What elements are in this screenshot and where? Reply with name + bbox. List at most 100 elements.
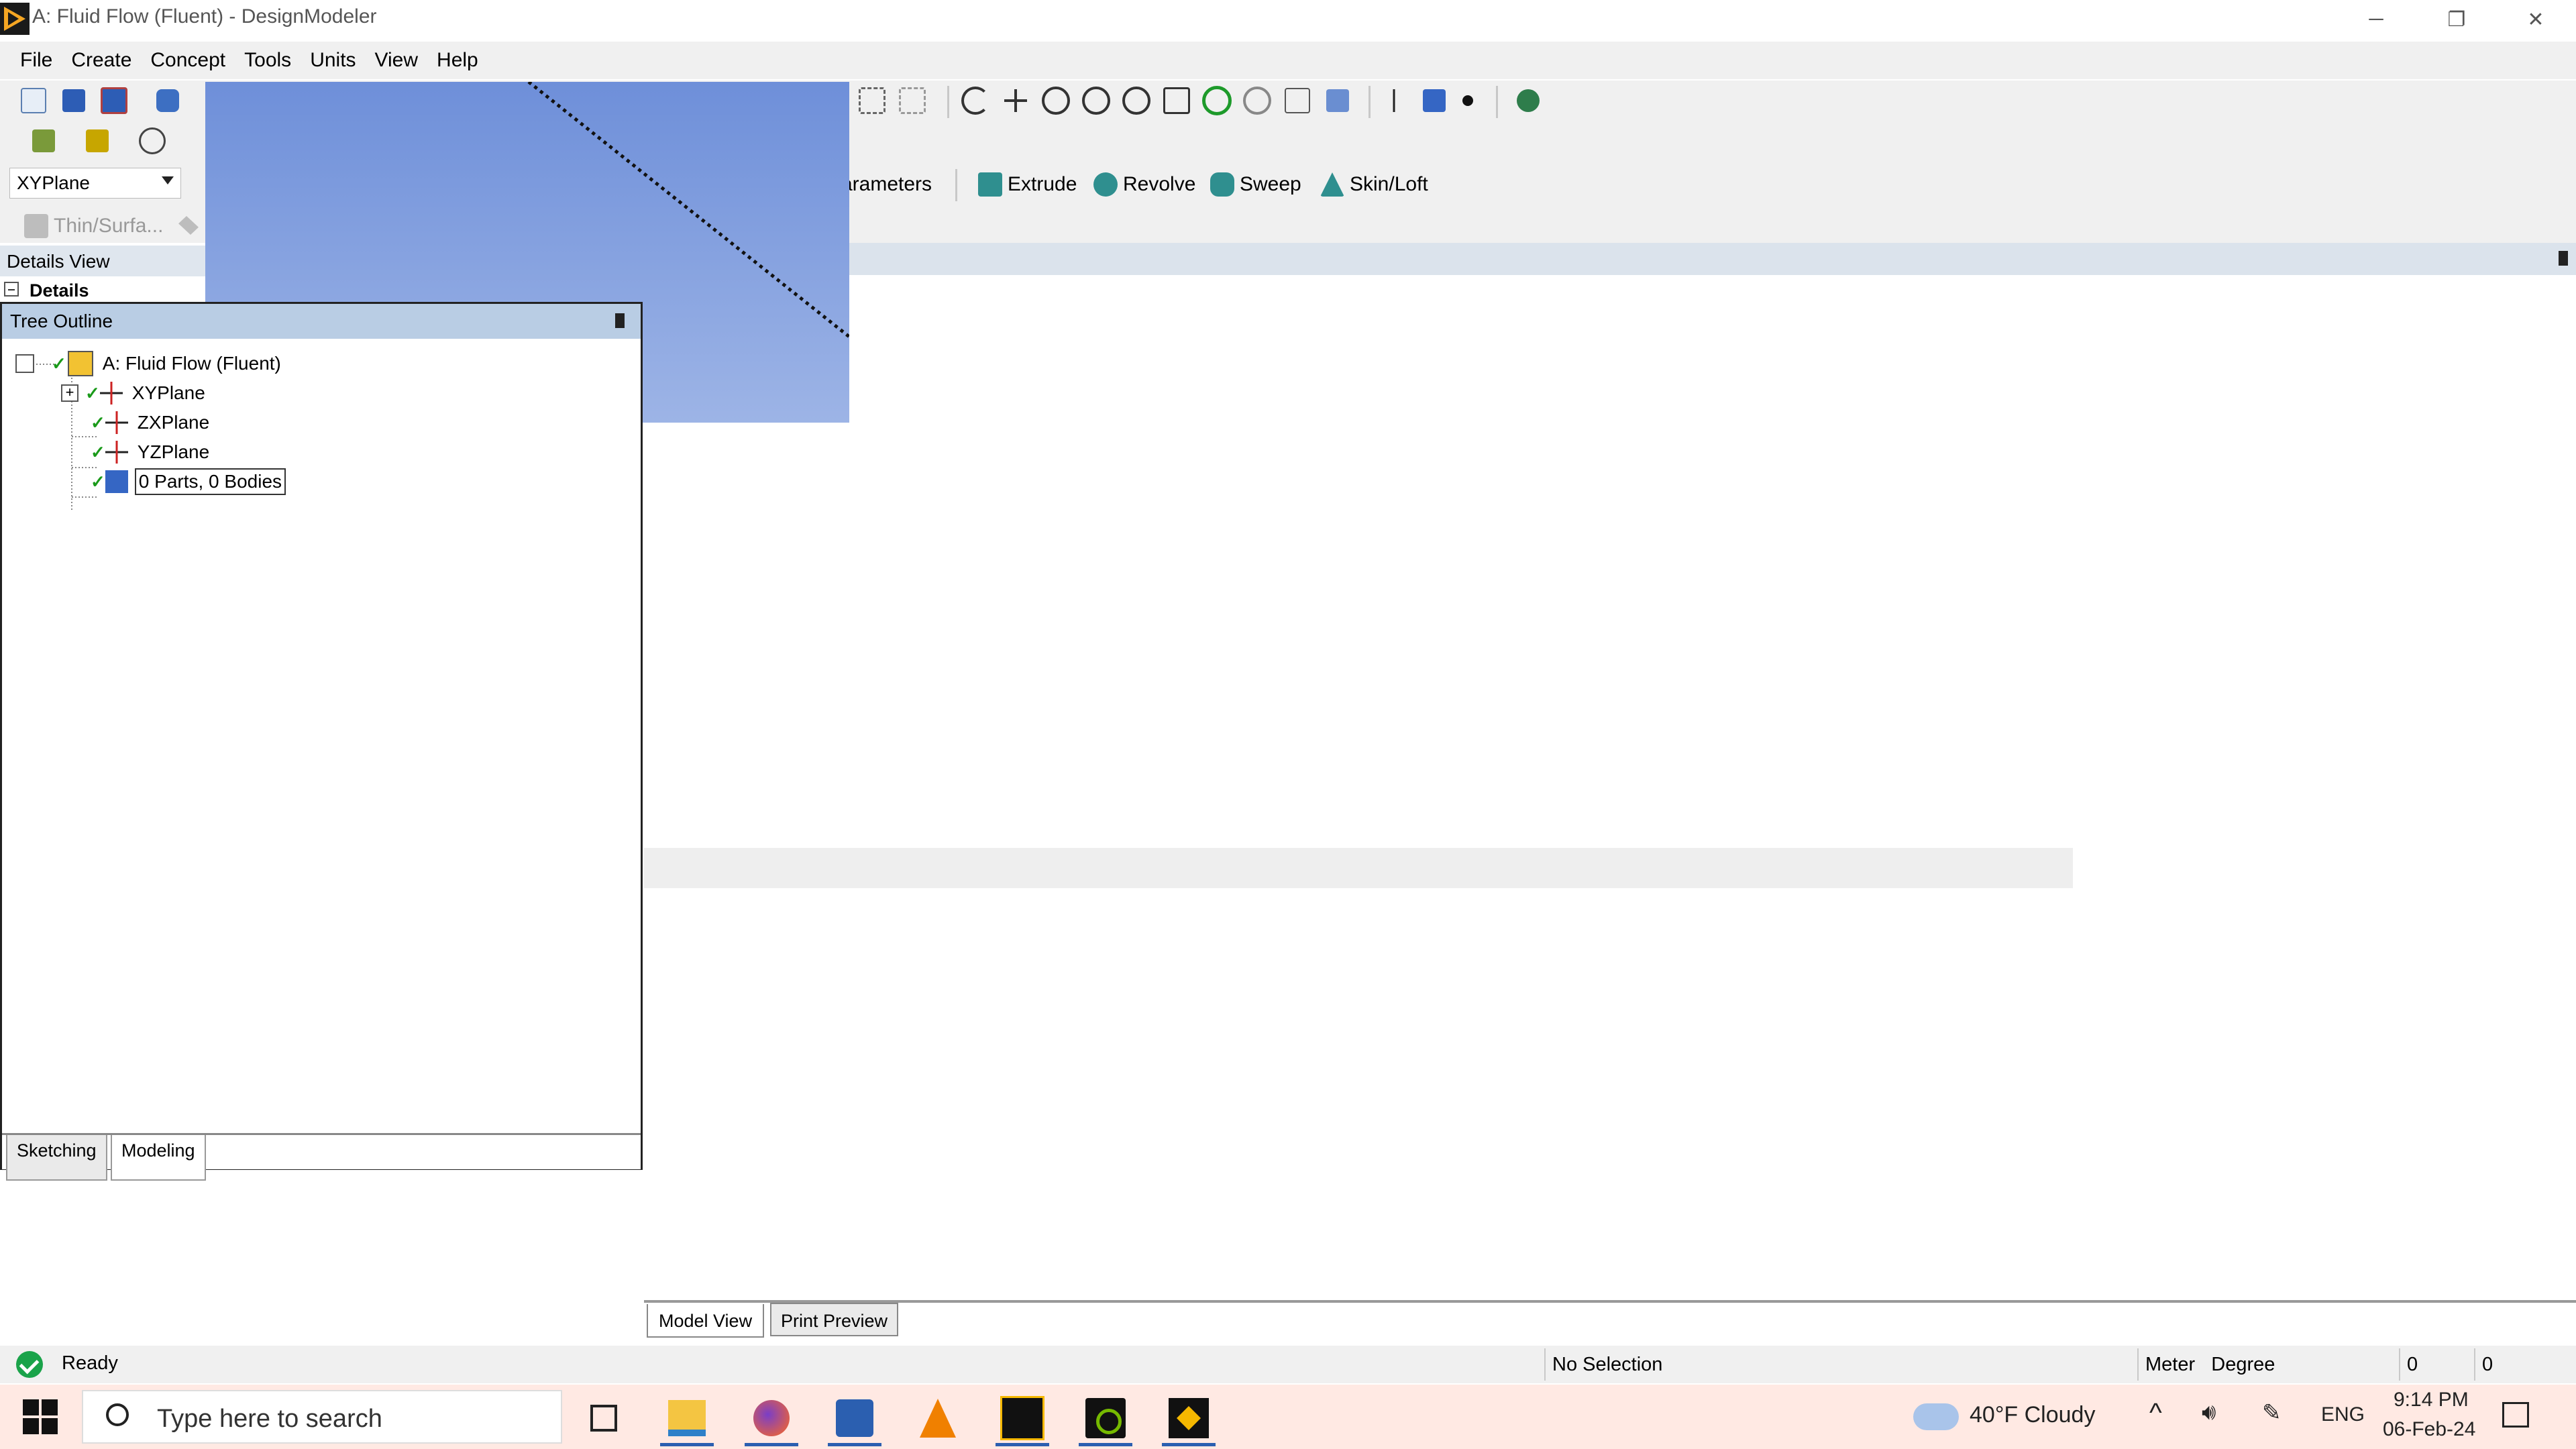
tab-model-view[interactable]: Model View xyxy=(647,1304,765,1338)
weather-text[interactable]: 40°F Cloudy xyxy=(1970,1402,2095,1428)
close-button[interactable]: ✕ xyxy=(2497,0,2575,39)
look-at-sketch-icon[interactable] xyxy=(129,125,176,157)
menu-help[interactable]: Help xyxy=(427,49,488,72)
mechanical-icon[interactable] xyxy=(1155,1391,1222,1446)
restore-button[interactable]: ❐ xyxy=(2418,0,2496,39)
menu-bar: File Create Concept Tools Units View Hel… xyxy=(0,42,2576,79)
sweep-icon xyxy=(1210,172,1234,197)
tree-outline-panel: Tree Outline ✓ A: Fluid Flow (Fluent) + … xyxy=(0,302,643,1181)
point-icon[interactable] xyxy=(1452,85,1484,117)
collapse-icon[interactable] xyxy=(4,282,19,297)
workbench-icon[interactable] xyxy=(989,1391,1056,1446)
revolve-button[interactable]: Revolve xyxy=(1093,168,1195,201)
zoom-green-icon[interactable] xyxy=(1201,85,1233,117)
parameters-button[interactable]: arameters xyxy=(841,168,932,201)
vlc-icon[interactable] xyxy=(904,1391,971,1445)
graphics-header-strip xyxy=(849,243,2576,275)
details-row[interactable]: Details xyxy=(0,278,205,305)
zoom-fit-icon[interactable] xyxy=(896,85,928,117)
plane-dropdown[interactable]: XYPlane xyxy=(9,168,181,199)
tree-item-xyplane[interactable]: + ✓ XYPlane xyxy=(61,379,205,407)
pan-icon[interactable] xyxy=(1000,85,1032,117)
zoom-icon[interactable] xyxy=(1040,85,1072,117)
tree-item-parts[interactable]: ✓ 0 Parts, 0 Bodies xyxy=(91,468,286,496)
sweep-button[interactable]: Sweep xyxy=(1210,168,1301,201)
units-text: Meter Degree xyxy=(2145,1353,2275,1375)
menu-create[interactable]: Create xyxy=(62,49,141,72)
status-ready: Ready xyxy=(62,1352,118,1374)
word-icon[interactable] xyxy=(821,1391,888,1446)
zxplane-label: ZXPlane xyxy=(137,412,210,433)
expand-icon[interactable]: + xyxy=(61,384,78,402)
screenshot-camera-icon[interactable] xyxy=(152,85,184,117)
skin-loft-button[interactable]: Skin/Loft xyxy=(1320,168,1428,201)
menu-file[interactable]: File xyxy=(11,49,62,72)
minimize-button[interactable]: ─ xyxy=(2337,0,2415,39)
geometry-icon xyxy=(67,351,93,376)
tag-icon[interactable] xyxy=(178,216,199,235)
menu-tools[interactable]: Tools xyxy=(235,49,301,72)
thin-surface-button[interactable]: Thin/Surfa... xyxy=(24,209,163,243)
pin-icon[interactable] xyxy=(2559,251,2568,266)
pin-icon[interactable] xyxy=(615,313,625,328)
skin-loft-label: Skin/Loft xyxy=(1350,173,1428,195)
magnifier-icon[interactable] xyxy=(1241,85,1273,117)
look-at-icon[interactable] xyxy=(1512,85,1544,117)
menu-concept[interactable]: Concept xyxy=(141,49,235,72)
chevron-down-icon[interactable] xyxy=(162,176,174,184)
parts-cube-icon xyxy=(105,470,128,493)
shaded-cube-icon[interactable] xyxy=(1418,85,1450,117)
chevron-up-icon[interactable]: ^ xyxy=(2149,1398,2162,1428)
designmodeler-app-icon xyxy=(0,3,30,35)
nvidia-icon[interactable] xyxy=(1072,1391,1139,1446)
clock-time[interactable]: 9:14 PM xyxy=(2394,1389,2469,1411)
parameters-label: arameters xyxy=(841,173,932,195)
new-icon[interactable] xyxy=(17,85,50,117)
notification-icon[interactable] xyxy=(2502,1402,2529,1428)
tab-modeling[interactable]: Modeling xyxy=(111,1135,206,1181)
extrude-button[interactable]: Extrude xyxy=(978,168,1077,201)
view-tabs-divider xyxy=(644,1300,2576,1303)
revolve-label: Revolve xyxy=(1123,173,1196,195)
value-1-text: 0 xyxy=(2407,1353,2418,1375)
zoom-region-icon[interactable] xyxy=(1120,85,1152,117)
task-view-icon[interactable] xyxy=(570,1391,637,1445)
clock-date[interactable]: 06-Feb-24 xyxy=(2383,1418,2475,1441)
title-bar: A: Fluid Flow (Fluent) - DesignModeler ─… xyxy=(0,0,2576,39)
firefox-icon[interactable] xyxy=(738,1391,805,1446)
rotate-icon[interactable] xyxy=(959,85,991,117)
search-placeholder: Type here to search xyxy=(157,1405,382,1433)
revolve-icon xyxy=(1093,172,1118,197)
status-value-2: 0 xyxy=(2474,1348,2556,1381)
menu-view[interactable]: View xyxy=(366,49,427,72)
windows-taskbar: Type here to search 40°F Cloudy ^ 🔊︎ ✎ E… xyxy=(0,1385,2576,1449)
tree-item-yzplane[interactable]: ✓ YZPlane xyxy=(91,438,209,466)
iso-view-icon[interactable] xyxy=(1281,85,1313,117)
collapse-icon[interactable] xyxy=(15,354,34,373)
zoom-to-fit-icon[interactable] xyxy=(1161,85,1193,117)
new-sketch-icon[interactable] xyxy=(20,125,67,157)
taskbar-search-box[interactable]: Type here to search xyxy=(82,1390,562,1444)
volume-icon[interactable]: 🔊︎ xyxy=(2202,1399,2216,1426)
tree-root[interactable]: ✓ A: Fluid Flow (Fluent) xyxy=(15,350,281,378)
selection-text: No Selection xyxy=(1552,1353,1663,1375)
tab-sketching[interactable]: Sketching xyxy=(6,1135,107,1181)
triad-icon[interactable] xyxy=(1378,85,1410,117)
status-selection: No Selection xyxy=(1544,1348,2143,1381)
file-explorer-icon[interactable] xyxy=(653,1391,720,1446)
check-icon: ✓ xyxy=(52,353,66,374)
pen-icon[interactable]: ✎ xyxy=(2262,1399,2282,1426)
tree-item-zxplane[interactable]: ✓ ZXPlane xyxy=(91,409,209,437)
check-icon: ✓ xyxy=(91,441,105,462)
save-as-icon[interactable] xyxy=(98,85,130,117)
new-plane-icon[interactable] xyxy=(74,125,121,157)
language-indicator[interactable]: ENG xyxy=(2321,1403,2365,1426)
zoom-in-icon[interactable] xyxy=(1080,85,1112,117)
tab-print-preview[interactable]: Print Preview xyxy=(770,1303,899,1336)
cloud-icon xyxy=(1913,1403,1959,1430)
menu-units[interactable]: Units xyxy=(301,49,365,72)
save-icon[interactable] xyxy=(58,85,90,117)
view-settings-icon[interactable] xyxy=(1322,85,1354,117)
windows-start-icon[interactable] xyxy=(23,1399,58,1434)
zoom-box-icon[interactable] xyxy=(856,85,888,117)
